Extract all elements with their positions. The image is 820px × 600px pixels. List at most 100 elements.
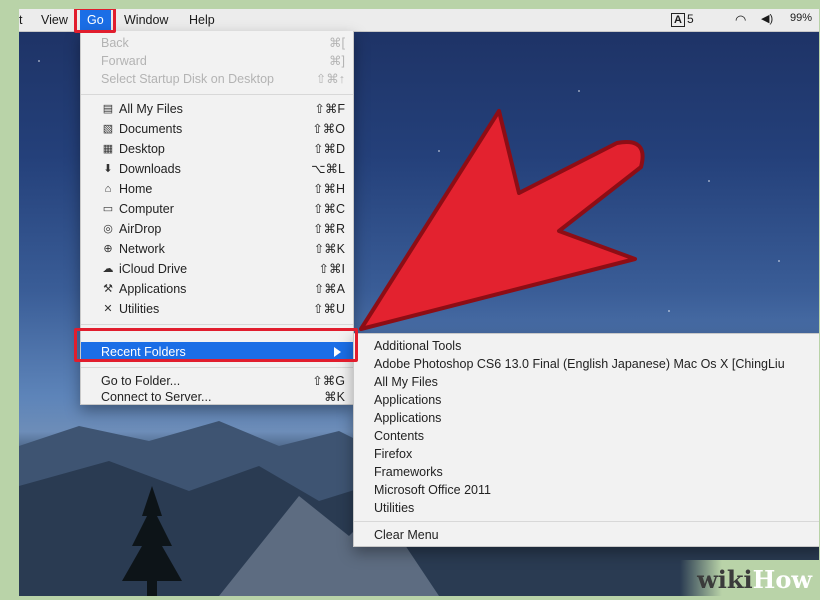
battery-percentage[interactable]: 99%	[790, 12, 812, 24]
recent-folder-item[interactable]: Microsoft Office 2011	[354, 481, 819, 499]
menu-item-shortcut: ⌘[	[329, 36, 345, 50]
menu-item-applications[interactable]: ⚒ Applications ⇧⌘A	[81, 279, 353, 299]
menu-item-shortcut: ⇧⌘↑	[315, 72, 345, 86]
pine-tree	[122, 486, 182, 596]
menu-item-icloud-drive[interactable]: ☁ iCloud Drive ⇧⌘I	[81, 259, 353, 279]
menu-item-desktop[interactable]: ▦ Desktop ⇧⌘D	[81, 139, 353, 159]
menu-item-connect-to-server[interactable]: Connect to Server... ⌘K	[81, 389, 353, 405]
input-source-icon[interactable]: A	[671, 13, 685, 27]
menu-item-shortcut: ⇧⌘A	[313, 282, 345, 296]
menu-item-label: Network	[119, 242, 165, 256]
menubar-item-help[interactable]: Help	[189, 12, 215, 28]
menu-item-downloads[interactable]: ⬇ Downloads ⌥⌘L	[81, 159, 353, 179]
menu-item-label: Connect to Server...	[101, 390, 212, 404]
watermark-wiki: wiki	[697, 565, 753, 594]
menu-item-shortcut: ⇧⌘G	[312, 374, 345, 388]
menu-item-all-my-files[interactable]: ▤ All My Files ⇧⌘F	[81, 99, 353, 119]
menu-item-go-to-folder[interactable]: Go to Folder... ⇧⌘G	[81, 371, 353, 391]
mac-desktop: t View Go Window Help A 5 ◠ ◀) 99% Back …	[19, 9, 819, 596]
menu-item-label: Firefox	[374, 447, 413, 461]
menu-item-label: Documents	[119, 122, 183, 136]
menu-separator	[354, 521, 819, 522]
go-highlight-box	[74, 9, 116, 33]
menu-item-shortcut: ⇧⌘C	[312, 202, 345, 216]
menu-item-label: Applications	[374, 411, 442, 425]
recent-folder-item[interactable]: Applications	[354, 391, 819, 409]
icloud-icon: ☁	[102, 263, 114, 275]
menu-item-label: Utilities	[119, 302, 160, 316]
menu-item-shortcut: ⇧⌘F	[314, 102, 345, 116]
menu-item-label: All My Files	[374, 375, 438, 389]
menu-item-label: Back	[101, 36, 129, 50]
menu-item-label: AirDrop	[119, 222, 162, 236]
menu-item-label: iCloud Drive	[119, 262, 188, 276]
menu-item-shortcut: ⇧⌘D	[312, 142, 345, 156]
menu-item-back[interactable]: Back ⌘[	[81, 33, 353, 53]
menu-item-network[interactable]: ⊕ Network ⇧⌘K	[81, 239, 353, 259]
recent-folders-highlight-box	[74, 328, 358, 362]
menu-item-label: Adobe Photoshop CS6 13.0 Final (English …	[374, 357, 785, 371]
menu-item-shortcut: ⇧⌘O	[312, 122, 345, 136]
menu-item-documents[interactable]: ▧ Documents ⇧⌘O	[81, 119, 353, 139]
recent-folder-item[interactable]: Adobe Photoshop CS6 13.0 Final (English …	[354, 355, 819, 373]
menu-item-shortcut: ⌘K	[324, 390, 345, 404]
menu-item-shortcut: ⇧⌘H	[312, 182, 345, 196]
menu-item-label: Applications	[119, 282, 187, 296]
menu-item-shortcut: ⇧⌘I	[318, 262, 345, 276]
recent-folder-item[interactable]: Utilities	[354, 499, 819, 517]
volume-icon[interactable]: ◀)	[761, 12, 773, 25]
menu-item-label: Forward	[101, 54, 147, 68]
menu-item-shortcut: ⇧⌘R	[312, 222, 345, 236]
network-icon: ⊕	[103, 243, 113, 255]
computer-icon: ▭	[102, 203, 114, 215]
menu-item-label: Home	[119, 182, 153, 196]
wifi-icon[interactable]: ◠	[735, 12, 746, 28]
menu-item-label: Applications	[374, 393, 442, 407]
menubar-item-partial[interactable]: t	[19, 12, 22, 28]
home-icon: ⌂	[104, 183, 112, 195]
menu-item-shortcut: ⌥⌘L	[311, 162, 345, 176]
menu-item-utilities[interactable]: ✕ Utilities ⇧⌘U	[81, 299, 353, 319]
all-files-icon: ▤	[102, 103, 114, 115]
input-source-number: 5	[687, 12, 694, 26]
menu-item-forward[interactable]: Forward ⌘]	[81, 51, 353, 71]
recent-folder-item[interactable]: Firefox	[354, 445, 819, 463]
wikihow-watermark: wikiHow	[680, 560, 820, 600]
red-pointer-arrow	[359, 109, 645, 331]
recent-folder-item[interactable]: All My Files	[354, 373, 819, 391]
menu-item-label: Frameworks	[374, 465, 443, 479]
menu-item-label: Clear Menu	[374, 528, 439, 542]
menu-item-label: All My Files	[119, 102, 183, 116]
recent-folder-item[interactable]: Frameworks	[354, 463, 819, 481]
menu-separator	[81, 367, 353, 368]
recent-folders-submenu: Additional Tools Adobe Photoshop CS6 13.…	[353, 333, 819, 547]
menu-item-label: Select Startup Disk on Desktop	[101, 72, 274, 86]
desktop-icon: ▦	[102, 143, 114, 155]
recent-folder-item[interactable]: Contents	[354, 427, 819, 445]
downloads-icon: ⬇	[103, 163, 113, 175]
menu-item-label: Utilities	[374, 501, 415, 515]
menu-item-select-startup-disk[interactable]: Select Startup Disk on Desktop ⇧⌘↑	[81, 69, 353, 89]
menu-item-airdrop[interactable]: ◎ AirDrop ⇧⌘R	[81, 219, 353, 239]
menu-item-label: Downloads	[119, 162, 181, 176]
menu-item-shortcut: ⇧⌘K	[313, 242, 345, 256]
recent-folder-item[interactable]: Applications	[354, 409, 819, 427]
menubar-item-window[interactable]: Window	[124, 12, 168, 28]
airdrop-icon: ◎	[103, 223, 113, 235]
menu-item-home[interactable]: ⌂ Home ⇧⌘H	[81, 179, 353, 199]
watermark-how: How	[752, 565, 812, 594]
menu-separator	[81, 94, 353, 95]
menubar-item-view[interactable]: View	[41, 12, 68, 28]
menu-item-label: Go to Folder...	[101, 374, 181, 388]
clear-menu-item[interactable]: Clear Menu	[354, 526, 819, 544]
menu-item-shortcut: ⇧⌘U	[312, 302, 345, 316]
applications-icon: ⚒	[103, 283, 113, 295]
menu-item-label: Desktop	[119, 142, 165, 156]
menu-item-label: Contents	[374, 429, 425, 443]
menu-item-label: Microsoft Office 2011	[374, 483, 491, 497]
utilities-icon: ✕	[103, 303, 113, 315]
documents-icon: ▧	[102, 123, 114, 135]
menu-item-shortcut: ⌘]	[329, 54, 345, 68]
menu-item-computer[interactable]: ▭ Computer ⇧⌘C	[81, 199, 353, 219]
menu-bar: t View Go Window Help A 5 ◠ ◀) 99%	[19, 9, 819, 32]
